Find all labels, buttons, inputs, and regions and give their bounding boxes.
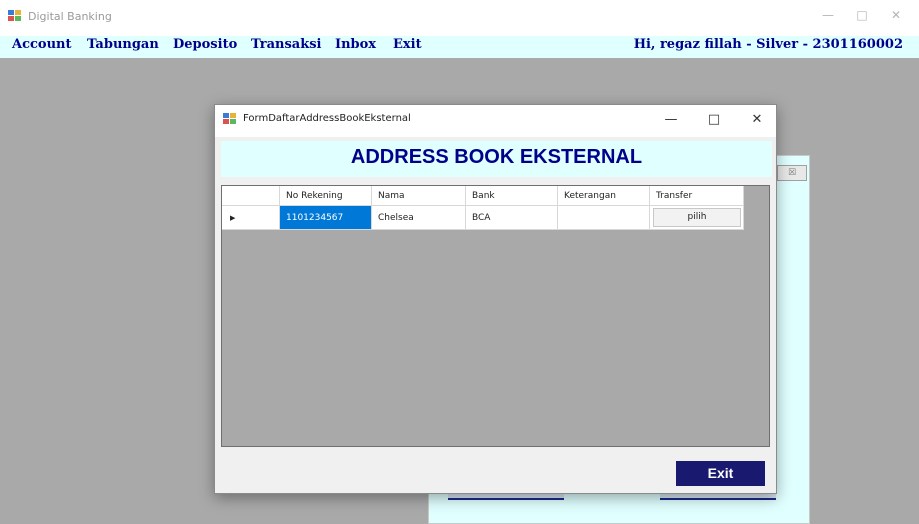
column-header-bank[interactable]: Bank bbox=[466, 186, 558, 206]
column-header-nama[interactable]: Nama bbox=[372, 186, 466, 206]
cell-keterangan[interactable] bbox=[558, 206, 650, 230]
menu-bar: Account Tabungan Deposito Transaksi Inbo… bbox=[0, 36, 919, 58]
page-title: ADDRESS BOOK EKSTERNAL bbox=[350, 146, 643, 168]
close-icon[interactable]: ✕ bbox=[745, 111, 769, 129]
background-close-icon[interactable]: ☒ bbox=[777, 165, 807, 181]
cell-transfer: pilih bbox=[650, 206, 744, 230]
close-icon[interactable]: ✕ bbox=[886, 8, 906, 22]
heading-band: ADDRESS BOOK EKSTERNAL bbox=[221, 141, 772, 177]
column-header-no-rekening[interactable]: No Rekening bbox=[280, 186, 372, 206]
cell-bank[interactable]: BCA bbox=[466, 206, 558, 230]
menu-inbox[interactable]: Inbox bbox=[335, 37, 376, 52]
user-greeting: Hi, regaz fillah - Silver - 2301160002 bbox=[633, 37, 903, 52]
cell-nama[interactable]: Chelsea bbox=[372, 206, 466, 230]
menu-deposito[interactable]: Deposito bbox=[173, 37, 237, 52]
menu-transaksi[interactable]: Transaksi bbox=[251, 37, 321, 52]
menu-account[interactable]: Account bbox=[12, 37, 72, 52]
app-icon bbox=[8, 10, 21, 21]
pilih-button[interactable]: pilih bbox=[653, 208, 741, 227]
column-header-transfer[interactable]: Transfer bbox=[650, 186, 744, 206]
cell-no-rekening[interactable]: 1101234567 bbox=[280, 206, 372, 230]
main-window-title: Digital Banking bbox=[28, 10, 112, 23]
minimize-icon[interactable]: — bbox=[659, 111, 683, 129]
menu-exit[interactable]: Exit bbox=[393, 37, 422, 52]
row-header-corner bbox=[222, 186, 280, 206]
row-indicator-icon[interactable]: ▶ bbox=[222, 206, 280, 230]
column-header-keterangan[interactable]: Keterangan bbox=[558, 186, 650, 206]
dialog-title: FormDaftarAddressBookEksternal bbox=[243, 113, 411, 124]
minimize-icon[interactable]: — bbox=[818, 8, 838, 22]
address-book-grid[interactable]: No Rekening Nama Bank Keterangan Transfe… bbox=[221, 185, 770, 447]
menu-tabungan[interactable]: Tabungan bbox=[87, 37, 159, 52]
dialog-title-bar: FormDaftarAddressBookEksternal — □ ✕ bbox=[215, 105, 776, 137]
address-book-dialog: FormDaftarAddressBookEksternal — □ ✕ ADD… bbox=[214, 104, 777, 494]
exit-button[interactable]: Exit bbox=[676, 461, 765, 486]
maximize-icon[interactable]: □ bbox=[852, 8, 872, 22]
main-title-bar: Digital Banking — □ ✕ bbox=[0, 0, 919, 36]
maximize-icon[interactable]: □ bbox=[702, 111, 726, 129]
app-icon bbox=[223, 113, 236, 124]
